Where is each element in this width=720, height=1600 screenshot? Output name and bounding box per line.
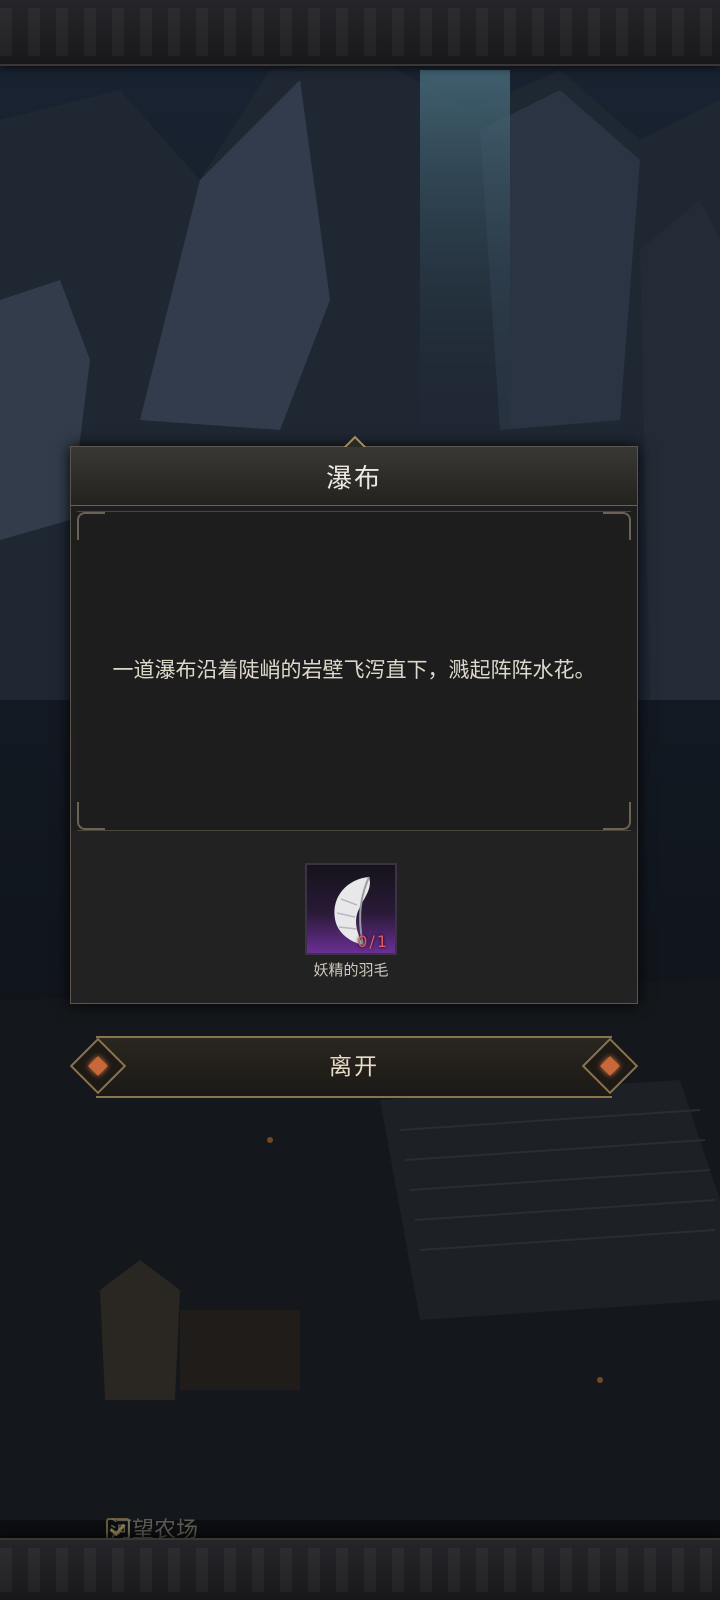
dialog-description: 一道瀑布沿着陡峭的岩壁飞泻直下，溅起阵阵水花。: [112, 658, 596, 682]
reward-item-slot[interactable]: 0/1: [305, 863, 397, 955]
leave-button-label: 离开: [329, 1054, 379, 1080]
item-count: 0/1: [357, 932, 389, 951]
dialog-header: 瀑布: [71, 447, 637, 506]
corner-ornament: [77, 512, 105, 540]
bottom-frame-bar: [0, 1538, 720, 1600]
top-frame-bar: [0, 0, 720, 66]
corner-ornament: [77, 802, 105, 830]
dialog-title: 瀑布: [325, 463, 382, 494]
dialog-body: 一道瀑布沿着陡峭的岩壁飞泻直下，溅起阵阵水花。: [77, 511, 631, 831]
corner-ornament: [603, 802, 631, 830]
reward-item-name: 妖精的羽毛: [313, 961, 389, 979]
corner-ornament: [603, 512, 631, 540]
leave-button[interactable]: 离开: [69, 1036, 639, 1098]
reward-area: 0/1 妖精的羽毛: [71, 831, 637, 1003]
event-dialog: 瀑布 一道瀑布沿着陡峭的岩壁飞泻直下，溅起阵阵水花。 0/1 妖精的羽毛: [70, 435, 638, 1004]
